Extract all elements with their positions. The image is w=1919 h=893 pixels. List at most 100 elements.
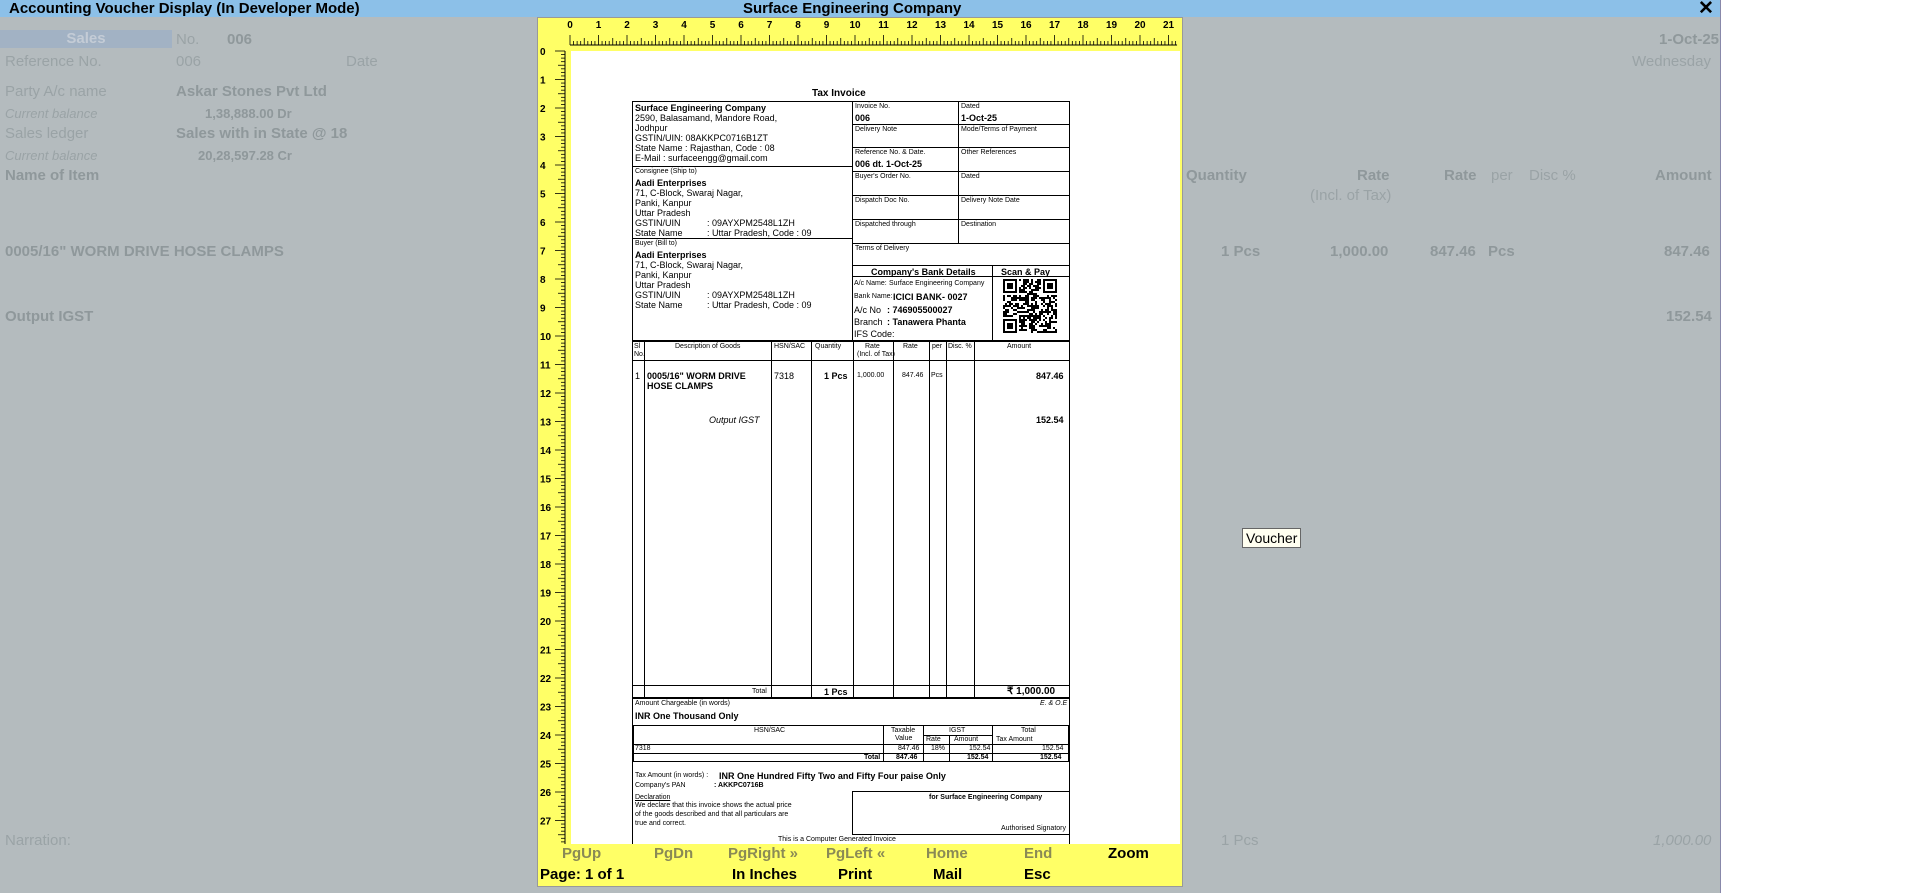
total-label: Total: [752, 688, 767, 695]
ruler-left-label: 16: [540, 503, 552, 514]
narration-label: Narration:: [5, 832, 71, 849]
pgdn-button[interactable]: PgDn: [654, 845, 693, 863]
ruler-top-label: 5: [710, 20, 716, 31]
total-amount: ₹ 1,000.00: [1007, 686, 1056, 697]
col-amount: Amount: [1655, 167, 1712, 184]
th-quantity: Quantity: [815, 343, 842, 350]
ruler-left-label: 24: [540, 731, 552, 742]
eoe: E. & O.E: [1040, 700, 1068, 707]
hsn-total-igst: 152.54: [967, 754, 989, 761]
invoice-date: 1-Oct-25: [961, 113, 998, 123]
mode-terms-label: Mode/Terms of Payment: [961, 126, 1037, 133]
ruler-top-label: 10: [849, 20, 861, 31]
ruler-left-label: 12: [540, 389, 552, 400]
close-icon[interactable]: ✕: [1698, 0, 1714, 18]
voucher-type: Sales: [0, 30, 172, 48]
th-amount: Amount: [1007, 343, 1032, 350]
seller-address-2: Jodhpur: [635, 123, 668, 133]
seller-state: State Name : Rajasthan, Code : 08: [635, 143, 775, 153]
preview-toolbar: PgUp PgDn PgRight » PgLeft « Home End Zo…: [538, 844, 1182, 886]
th-disc: Disc. %: [948, 343, 972, 350]
ruler-top-label: 17: [1049, 20, 1061, 31]
sales-ledger: Sales with in State @ 18: [176, 125, 348, 142]
ruler-top-label: 6: [738, 20, 744, 31]
item-amount: 847.46: [1664, 243, 1710, 260]
pgleft-button[interactable]: PgLeft «: [826, 845, 885, 863]
esc-button[interactable]: Esc: [1024, 866, 1051, 884]
ruler-left-label: 19: [540, 589, 552, 600]
qr-code-icon: [1003, 279, 1057, 333]
sales-balance: 20,28,597.28 Cr: [198, 148, 292, 163]
ruler-top-label: 0: [567, 20, 573, 31]
in-inches-button[interactable]: In Inches: [732, 866, 797, 884]
vertical-ruler: 0123456789101112131415161718192021222324…: [540, 47, 566, 844]
dispatch-doc-label: Dispatch Doc No.: [855, 197, 910, 204]
page-indicator: Page: 1 of 1: [540, 866, 625, 883]
consignee-address-2: Panki, Kanpur: [635, 198, 692, 208]
col-disc: Disc %: [1529, 167, 1576, 184]
bank-ifs-label: IFS Code:: [854, 329, 895, 339]
hsn-row-taxable: 847.46: [898, 745, 920, 752]
consignee-address-1: 71, C-Block, Swaraj Nagar,: [635, 188, 744, 198]
zoom-button[interactable]: Zoom: [1108, 845, 1149, 863]
ruler-left-label: 22: [540, 674, 552, 685]
ruler-left-label: 7: [540, 247, 546, 258]
tax-ledger: Output IGST: [5, 308, 94, 325]
declaration-line-1: We declare that this invoice shows the a…: [635, 802, 792, 809]
ruler-left-label: 21: [540, 646, 552, 657]
th-sl: Sl: [634, 343, 641, 350]
mail-button[interactable]: Mail: [933, 866, 962, 884]
bank-name-label: Bank Name:: [854, 293, 893, 300]
ruler-left-label: 26: [540, 788, 552, 799]
igst-rate-header: Rate: [926, 736, 941, 743]
hsn-row-code: 7318: [635, 745, 651, 752]
dispatched-through-label: Dispatched through: [855, 221, 916, 228]
tax-amount: 152.54: [1036, 415, 1064, 425]
party-balance: 1,38,888.00 Dr: [205, 106, 292, 121]
ruler-top-label: 8: [795, 20, 801, 31]
item-name: 0005/16" WORM DRIVE HOSE CLAMPS: [5, 243, 284, 260]
invoice-page[interactable]: Tax Invoice Surface Engineering Company …: [571, 51, 1180, 845]
ruler-left-label: 4: [540, 161, 546, 172]
buyer-gstin-label: GSTIN/UIN: [635, 290, 681, 300]
pgup-button[interactable]: PgUp: [562, 845, 601, 863]
row-rate: 847.46: [902, 372, 924, 379]
ruler-top-label: 13: [935, 20, 947, 31]
taxable-header-2: Value: [895, 735, 913, 742]
dated-label: Dated: [961, 103, 980, 110]
bank-ac-name-label: A/c Name:: [854, 280, 887, 287]
pgright-button[interactable]: PgRight »: [728, 845, 798, 863]
horizontal-ruler: 0 1 2 3 4 5 6 7 8 9 10 11 12 13 14 15 16 17 18 19 20 21: [567, 20, 1178, 46]
row-rate-incl: 1,000.00: [857, 372, 885, 379]
col-rate: Rate: [1444, 167, 1477, 184]
th-hsn: HSN/SAC: [774, 343, 806, 350]
end-button[interactable]: End: [1024, 845, 1052, 863]
party-name: Askar Stones Pvt Ltd: [176, 83, 327, 100]
consignee-name: Aadi Enterprises: [635, 178, 707, 188]
title-bar: Accounting Voucher Display (In Developer…: [0, 0, 1720, 18]
sales-ledger-label: Sales ledger: [5, 125, 89, 142]
reference-value: 006 dt. 1-Oct-25: [855, 159, 923, 169]
print-button[interactable]: Print: [838, 866, 872, 884]
ruler-left-label: 1: [540, 76, 546, 87]
th-description: Description of Goods: [675, 343, 741, 350]
ruler-top-label: 21: [1163, 20, 1175, 31]
for-company: for Surface Engineering Company: [929, 794, 1043, 801]
seller-address-1: 2590, Balasamand, Mandore Road,: [635, 113, 778, 123]
scan-pay-title: Scan & Pay: [1001, 267, 1051, 277]
home-button[interactable]: Home: [926, 845, 968, 863]
ruler-top-label: 1: [596, 20, 602, 31]
declaration-line-3: true and correct.: [635, 820, 686, 827]
date-label: Date: [346, 53, 378, 70]
ruler-top-label: 19: [1106, 20, 1118, 31]
hsn-header: HSN/SAC: [754, 727, 786, 734]
bank-branch-label: Branch: [854, 317, 883, 327]
invoice-no: 006: [855, 113, 871, 123]
ruler-top-label: 3: [653, 20, 659, 31]
row-description-2: HOSE CLAMPS: [647, 381, 714, 391]
declaration-label: Declaration: [635, 794, 671, 801]
tax-amount: 152.54: [1666, 308, 1712, 325]
hsn-row-total: 152.54: [1042, 745, 1064, 752]
ruler-left-label: 15: [540, 475, 552, 486]
voucher-tooltip: Voucher: [1242, 528, 1302, 548]
